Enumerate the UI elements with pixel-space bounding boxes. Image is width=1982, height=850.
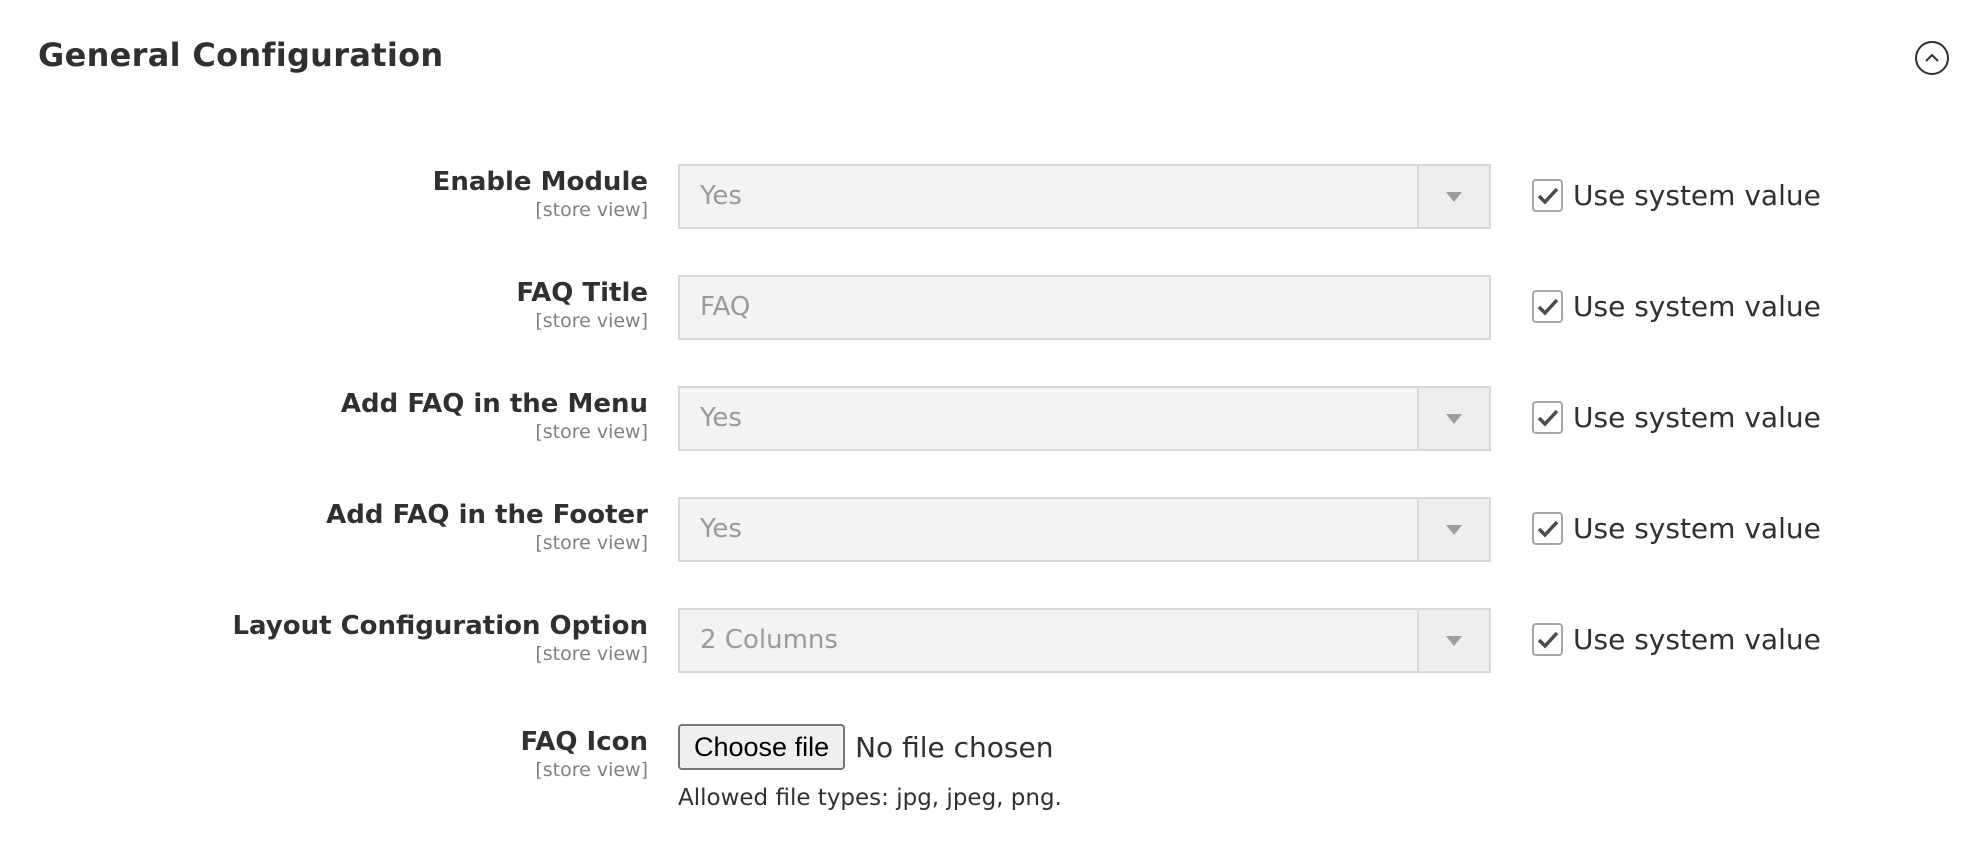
select-dropdown[interactable]: Yes — [678, 386, 1491, 451]
choose-file-button[interactable]: Choose file — [678, 724, 846, 770]
caret-down-icon — [1446, 191, 1462, 202]
section-title: General Configuration — [38, 36, 444, 74]
field-label: Add FAQ in the Menu [store view] — [341, 388, 648, 444]
checkbox[interactable] — [1532, 290, 1563, 323]
select-dropdown[interactable]: Yes — [678, 497, 1491, 562]
field-scope: [store view] — [535, 643, 648, 665]
field-scope: [store view] — [535, 310, 648, 332]
checkbox[interactable] — [1532, 179, 1563, 212]
use-system-value-label: Use system value — [1573, 512, 1821, 545]
use-system-value-checkbox[interactable]: Use system value — [1532, 290, 1821, 323]
dropdown-arrow[interactable] — [1417, 388, 1489, 449]
chevron-up-icon — [1925, 53, 1939, 62]
use-system-value-checkbox[interactable]: Use system value — [1532, 512, 1821, 545]
file-types-hint: Allowed file types: jpg, jpeg, png. — [678, 785, 1062, 811]
use-system-value-checkbox[interactable]: Use system value — [1532, 179, 1821, 212]
select-dropdown[interactable]: Yes — [678, 164, 1491, 229]
field-label-text: FAQ Title — [516, 278, 648, 308]
field-value: Yes — [700, 181, 742, 211]
field-value: FAQ — [700, 292, 751, 322]
field-scope: [store view] — [535, 199, 648, 221]
use-system-value-checkbox[interactable]: Use system value — [1532, 401, 1821, 434]
checkmark-icon — [1537, 298, 1558, 316]
field-value: Yes — [700, 514, 742, 544]
field-label: FAQ Title [store view] — [516, 277, 648, 333]
file-status: No file chosen — [855, 730, 1054, 764]
field-label-text: Add FAQ in the Menu — [340, 389, 648, 419]
field-label-text: Layout Configuration Option — [232, 611, 648, 641]
field-row: Layout Configuration Option [store view]… — [0, 608, 1982, 674]
use-system-value-label: Use system value — [1573, 623, 1821, 656]
file-input[interactable]: Choose file No file chosen — [678, 724, 1053, 770]
checkbox[interactable] — [1532, 623, 1563, 656]
use-system-value-label: Use system value — [1573, 179, 1821, 212]
field-row: Enable Module [store view] Yes Use syste… — [0, 164, 1982, 230]
text-input[interactable]: FAQ — [678, 275, 1491, 340]
field-row: Add FAQ in the Footer [store view] Yes U… — [0, 497, 1982, 563]
checkmark-icon — [1537, 631, 1558, 649]
field-row: FAQ Title [store view] FAQ Use system va… — [0, 275, 1982, 341]
field-scope: [store view] — [535, 532, 648, 554]
collapse-section-button[interactable] — [1915, 41, 1949, 75]
dropdown-arrow[interactable] — [1417, 499, 1489, 560]
checkbox[interactable] — [1532, 401, 1563, 434]
field-label-text: Enable Module — [432, 167, 648, 197]
field-label: Layout Configuration Option [store view] — [232, 610, 648, 666]
field-label-text: FAQ Icon — [520, 727, 648, 757]
field-label: Enable Module [store view] — [433, 166, 648, 222]
field-label-text: Add FAQ in the Footer — [326, 500, 648, 530]
select-dropdown[interactable]: 2 Columns — [678, 608, 1491, 673]
caret-down-icon — [1446, 524, 1462, 535]
field-scope: [store view] — [535, 421, 648, 443]
caret-down-icon — [1446, 635, 1462, 646]
checkmark-icon — [1537, 520, 1558, 538]
dropdown-arrow[interactable] — [1417, 610, 1489, 671]
checkmark-icon — [1537, 409, 1558, 427]
caret-down-icon — [1446, 413, 1462, 424]
field-value: 2 Columns — [700, 625, 838, 655]
checkmark-icon — [1537, 187, 1558, 205]
checkbox[interactable] — [1532, 512, 1563, 545]
use-system-value-label: Use system value — [1573, 401, 1821, 434]
use-system-value-label: Use system value — [1573, 290, 1821, 323]
field-value: Yes — [700, 403, 742, 433]
field-label: Add FAQ in the Footer [store view] — [326, 499, 648, 555]
use-system-value-checkbox[interactable]: Use system value — [1532, 623, 1821, 656]
field-label: FAQ Icon [store view] — [520, 726, 648, 782]
dropdown-arrow[interactable] — [1417, 166, 1489, 227]
field-scope: [store view] — [535, 759, 648, 781]
field-row: Add FAQ in the Menu [store view] Yes Use… — [0, 386, 1982, 452]
